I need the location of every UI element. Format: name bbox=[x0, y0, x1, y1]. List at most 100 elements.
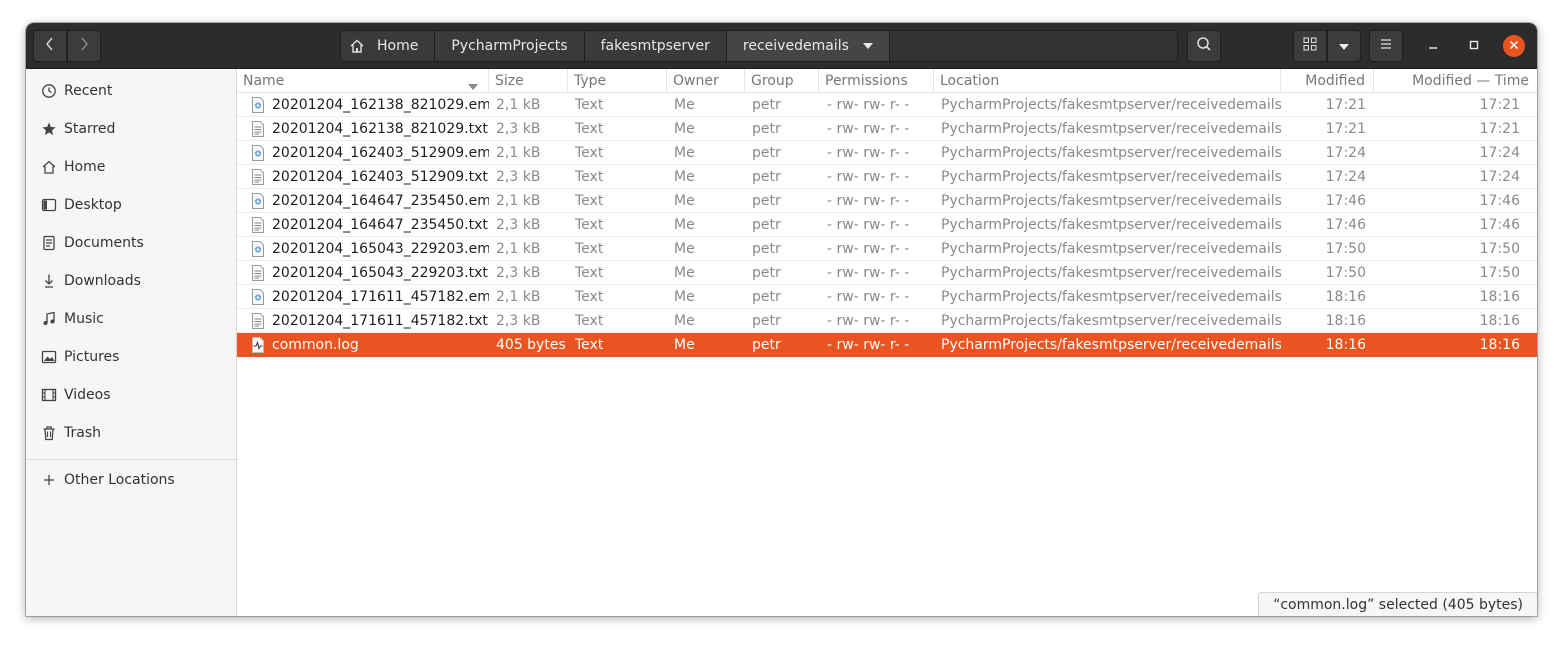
file-location-cell: PycharmProjects/fakesmtpserver/receivede… bbox=[941, 265, 1281, 281]
column-label: Group bbox=[751, 73, 794, 89]
sidebar-item-music[interactable]: Music bbox=[26, 300, 236, 338]
breadcrumb-pycharmprojects[interactable]: PycharmProjects bbox=[435, 31, 585, 61]
file-list: Name Size Type Owner Group Permissions L… bbox=[237, 69, 1537, 616]
file-type-cell: Text bbox=[575, 169, 604, 185]
file-type-cell: Text bbox=[575, 217, 604, 233]
file-name-cell: 20201204_164647_235450.txt bbox=[251, 213, 489, 237]
file-size-cell: 2,1 kB bbox=[496, 193, 541, 209]
breadcrumb-fakesmtpserver[interactable]: fakesmtpserver bbox=[584, 31, 727, 61]
sidebar-item-label: Downloads bbox=[64, 273, 141, 289]
file-modified-time-cell: 17:46 bbox=[1479, 217, 1520, 233]
file-row[interactable]: 20201204_164647_235450.eml 2,1 kB Text Me pe… bbox=[237, 189, 1537, 213]
sort-descending-icon bbox=[468, 78, 478, 94]
text-file-icon bbox=[251, 265, 265, 281]
file-row[interactable]: 20201204_165043_229203.txt 2,3 kB Text Me pe… bbox=[237, 261, 1537, 285]
sidebar-item-recent[interactable]: Recent bbox=[26, 72, 236, 110]
sidebar-item-other-locations[interactable]: Other Locations bbox=[26, 461, 236, 499]
file-row[interactable]: 20201204_162403_512909.eml 2,1 kB Text Me pe… bbox=[237, 141, 1537, 165]
file-modified-cell: 18:16 bbox=[1325, 313, 1366, 329]
file-row[interactable]: 20201204_171611_457182.eml 2,1 kB Text Me pe… bbox=[237, 285, 1537, 309]
file-permissions-cell: - rw- rw- r- - bbox=[827, 145, 910, 161]
sidebar-item-downloads[interactable]: Downloads bbox=[26, 262, 236, 300]
sidebar-item-pictures[interactable]: Pictures bbox=[26, 338, 236, 376]
minimize-button[interactable] bbox=[1422, 35, 1444, 57]
search-button[interactable] bbox=[1187, 30, 1221, 62]
file-permissions-cell: - rw- rw- r- - bbox=[827, 337, 910, 353]
back-button[interactable] bbox=[33, 30, 67, 62]
file-group-cell: petr bbox=[752, 289, 781, 305]
file-size-cell: 2,1 kB bbox=[496, 289, 541, 305]
home-icon bbox=[40, 158, 58, 176]
column-header-group[interactable]: Group bbox=[745, 69, 819, 93]
sidebar-item-label: Other Locations bbox=[64, 472, 175, 488]
file-size-cell: 2,1 kB bbox=[496, 241, 541, 257]
file-name-cell: 20201204_164647_235450.eml bbox=[251, 189, 489, 213]
sidebar: Recent Starred Home Desktop Documents Do… bbox=[26, 69, 237, 616]
hamburger-menu-icon bbox=[1379, 38, 1393, 54]
forward-button[interactable] bbox=[67, 30, 101, 62]
file-modified-time-cell: 17:24 bbox=[1479, 145, 1520, 161]
column-header-owner[interactable]: Owner bbox=[667, 69, 745, 93]
file-row[interactable]: 20201204_162138_821029.eml 2,1 kB Text Me pe… bbox=[237, 93, 1537, 117]
file-group-cell: petr bbox=[752, 265, 781, 281]
column-header-modified-time[interactable]: Modified — Time bbox=[1374, 69, 1537, 93]
sidebar-item-videos[interactable]: Videos bbox=[26, 376, 236, 414]
file-row[interactable]: 20201204_165043_229203.eml 2,1 kB Text Me pe… bbox=[237, 237, 1537, 261]
maximize-button[interactable] bbox=[1463, 35, 1485, 57]
file-modified-time-cell: 18:16 bbox=[1479, 313, 1520, 329]
file-size-cell: 2,3 kB bbox=[496, 217, 541, 233]
main-menu-button[interactable] bbox=[1369, 30, 1403, 62]
file-type-cell: Text bbox=[575, 97, 604, 113]
column-header-modified[interactable]: Modified bbox=[1281, 69, 1374, 93]
file-size-cell: 405 bytes bbox=[496, 337, 566, 353]
column-header-size[interactable]: Size bbox=[489, 69, 568, 93]
breadcrumb-home[interactable]: Home bbox=[341, 31, 436, 61]
video-icon bbox=[40, 386, 58, 404]
desktop-icon bbox=[40, 196, 58, 214]
file-size-cell: 2,1 kB bbox=[496, 97, 541, 113]
column-header-location[interactable]: Location bbox=[934, 69, 1281, 93]
document-icon bbox=[40, 234, 58, 252]
file-row[interactable]: common.log 405 bytes Text Me petr - rw- rw- r… bbox=[237, 333, 1537, 357]
file-modified-time-cell: 18:16 bbox=[1479, 337, 1520, 353]
close-button[interactable] bbox=[1503, 35, 1525, 57]
grid-view-button[interactable] bbox=[1293, 30, 1327, 62]
file-location-cell: PycharmProjects/fakesmtpserver/receivede… bbox=[941, 193, 1281, 209]
file-owner-cell: Me bbox=[674, 241, 695, 257]
sidebar-item-trash[interactable]: Trash bbox=[26, 414, 236, 452]
file-row[interactable]: 20201204_162403_512909.txt 2,3 kB Text Me pe… bbox=[237, 165, 1537, 189]
file-row[interactable]: 20201204_164647_235450.txt 2,3 kB Text Me pe… bbox=[237, 213, 1537, 237]
breadcrumb-receivedemails[interactable]: receivedemails bbox=[726, 31, 890, 61]
file-name: 20201204_162138_821029.txt bbox=[272, 121, 488, 137]
column-header-permissions[interactable]: Permissions bbox=[819, 69, 934, 93]
file-owner-cell: Me bbox=[674, 217, 695, 233]
column-header-name[interactable]: Name bbox=[237, 69, 489, 93]
file-row[interactable]: 20201204_171611_457182.txt 2,3 kB Text Me pe… bbox=[237, 309, 1537, 333]
file-group-cell: petr bbox=[752, 193, 781, 209]
sidebar-item-documents[interactable]: Documents bbox=[26, 224, 236, 262]
file-type-cell: Text bbox=[575, 121, 604, 137]
file-location-cell: PycharmProjects/fakesmtpserver/receivede… bbox=[941, 217, 1281, 233]
sidebar-item-desktop[interactable]: Desktop bbox=[26, 186, 236, 224]
sidebar-item-starred[interactable]: Starred bbox=[26, 110, 236, 148]
file-type-cell: Text bbox=[575, 241, 604, 257]
sidebar-item-home[interactable]: Home bbox=[26, 148, 236, 186]
file-group-cell: petr bbox=[752, 121, 781, 137]
file-modified-cell: 17:50 bbox=[1325, 241, 1366, 257]
view-options-button[interactable] bbox=[1327, 30, 1361, 62]
search-icon bbox=[1196, 36, 1212, 56]
column-label: Location bbox=[940, 73, 1000, 89]
file-owner-cell: Me bbox=[674, 97, 695, 113]
path-bar: Home PycharmProjects fakesmtpserver rece… bbox=[340, 30, 1178, 62]
log-file-icon bbox=[251, 337, 265, 353]
file-group-cell: petr bbox=[752, 217, 781, 233]
file-modified-time-cell: 17:50 bbox=[1479, 241, 1520, 257]
file-permissions-cell: - rw- rw- r- - bbox=[827, 241, 910, 257]
eml-file-icon bbox=[251, 145, 265, 161]
status-bar: “common.log” selected (405 bytes) bbox=[1258, 592, 1537, 616]
file-name-cell: 20201204_171611_457182.eml bbox=[251, 285, 489, 309]
file-location-cell: PycharmProjects/fakesmtpserver/receivede… bbox=[941, 313, 1281, 329]
clock-icon bbox=[40, 82, 58, 100]
column-header-type[interactable]: Type bbox=[568, 69, 667, 93]
file-row[interactable]: 20201204_162138_821029.txt 2,3 kB Text Me pe… bbox=[237, 117, 1537, 141]
